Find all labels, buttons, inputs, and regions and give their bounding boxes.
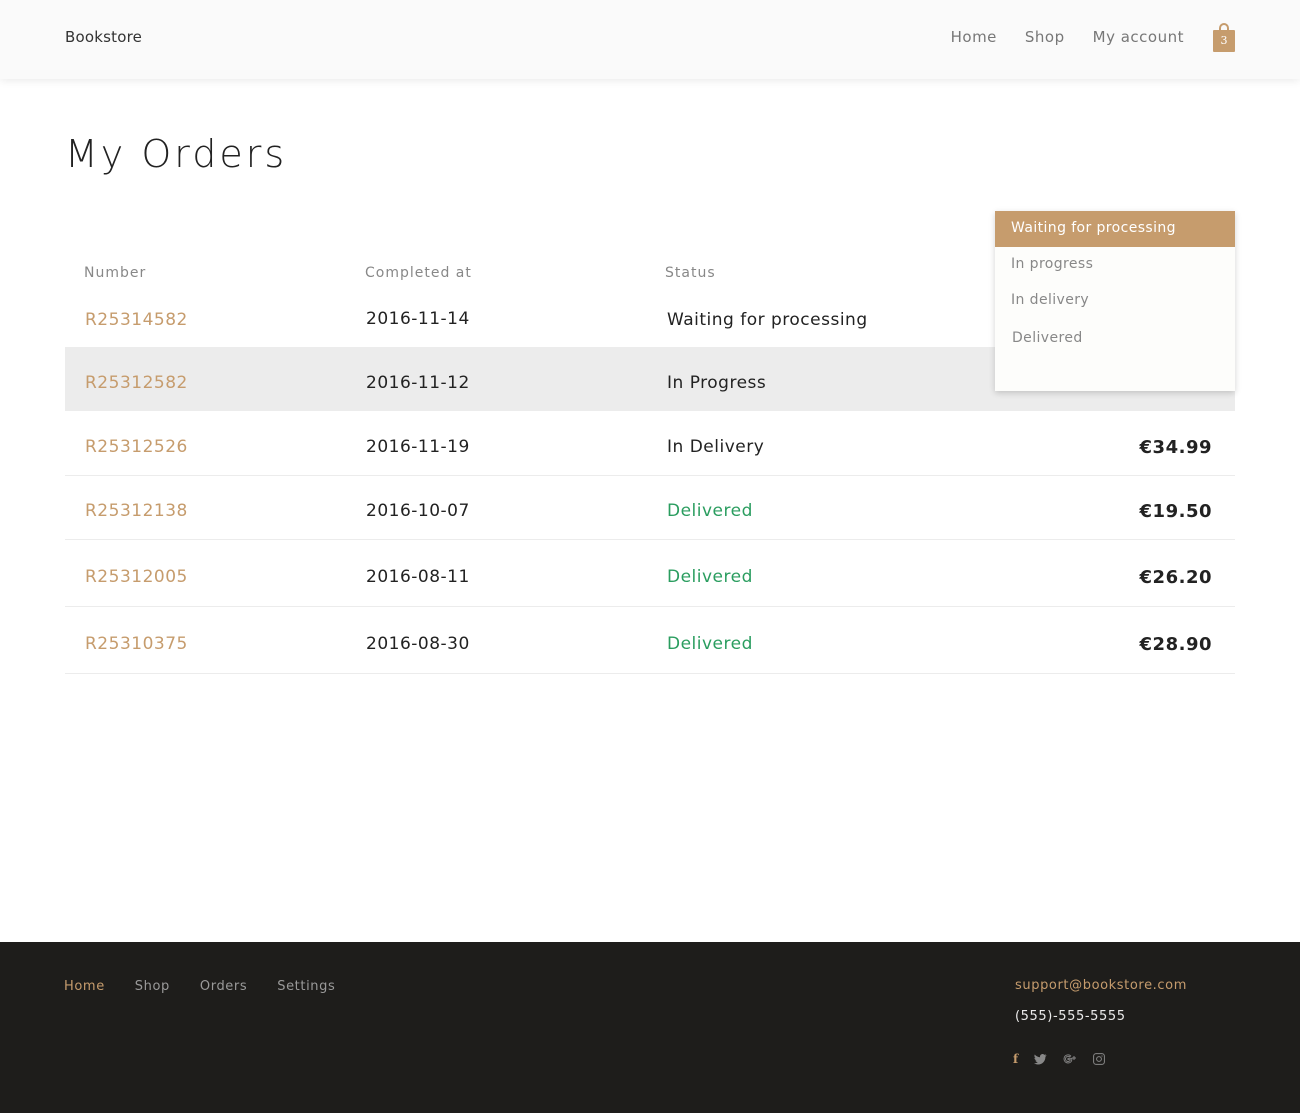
order-date: 2016-08-30 xyxy=(366,634,470,654)
order-date: 2016-11-19 xyxy=(366,437,470,457)
table-row[interactable]: R25310375 2016-08-30 Delivered €28.90 xyxy=(65,607,1235,674)
table-row[interactable]: R25312005 2016-08-11 Delivered €26.20 xyxy=(65,540,1235,607)
order-total: €28.90 xyxy=(1139,634,1212,655)
google-plus-icon[interactable] xyxy=(1063,1053,1077,1066)
order-date: 2016-08-11 xyxy=(366,567,470,587)
brand-logo[interactable]: Bookstore xyxy=(65,28,142,46)
column-header-completed-at: Completed at xyxy=(365,265,472,281)
order-status: Delivered xyxy=(667,501,753,521)
status-option-waiting[interactable]: Waiting for processing xyxy=(995,211,1235,247)
status-option-in-progress[interactable]: In progress xyxy=(995,247,1235,283)
cart-button[interactable]: 3 xyxy=(1213,23,1235,52)
order-number-link[interactable]: R25312005 xyxy=(85,567,188,587)
order-total: €19.50 xyxy=(1139,501,1212,522)
page-title: My Orders xyxy=(65,132,288,176)
nav-home-link[interactable]: Home xyxy=(951,28,997,46)
order-total: €26.20 xyxy=(1139,567,1212,588)
footer-home-link[interactable]: Home xyxy=(64,979,105,994)
main-nav: Home Shop My account xyxy=(951,28,1184,46)
order-number-link[interactable]: R25310375 xyxy=(85,634,188,654)
table-row[interactable]: R25312138 2016-10-07 Delivered €19.50 xyxy=(65,476,1235,540)
footer-shop-link[interactable]: Shop xyxy=(135,979,170,994)
footer-settings-link[interactable]: Settings xyxy=(277,979,335,994)
order-date: 2016-11-12 xyxy=(366,373,470,393)
order-number-link[interactable]: R25312138 xyxy=(85,501,188,521)
order-number-link[interactable]: R25312582 xyxy=(85,373,188,393)
footer-orders-link[interactable]: Orders xyxy=(200,979,247,994)
cart-count-badge: 3 xyxy=(1213,30,1235,52)
table-row[interactable]: R25312526 2016-11-19 In Delivery €34.99 xyxy=(65,411,1235,476)
support-phone: (555)-555-5555 xyxy=(1015,1009,1126,1024)
status-filter-dropdown[interactable]: Waiting for processing In progress In de… xyxy=(995,211,1235,391)
nav-shop-link[interactable]: Shop xyxy=(1025,28,1065,46)
order-date: 2016-10-07 xyxy=(366,501,470,521)
order-status: In Delivery xyxy=(667,437,765,457)
twitter-icon[interactable] xyxy=(1034,1053,1047,1065)
order-date: 2016-11-14 xyxy=(366,309,470,329)
site-header: Bookstore Home Shop My account 3 xyxy=(0,0,1300,79)
order-status: Delivered xyxy=(667,567,753,587)
order-status: Waiting for processing xyxy=(667,310,868,330)
nav-my-account-link[interactable]: My account xyxy=(1093,28,1184,46)
order-status: In Progress xyxy=(667,373,767,393)
order-number-link[interactable]: R25312526 xyxy=(85,437,188,457)
status-option-in-delivery[interactable]: In delivery xyxy=(995,283,1235,319)
order-status: Delivered xyxy=(667,634,753,654)
support-email-link[interactable]: support@bookstore.com xyxy=(1015,978,1187,993)
instagram-icon[interactable] xyxy=(1093,1053,1106,1065)
facebook-icon[interactable]: f xyxy=(1013,1052,1018,1066)
order-total: €34.99 xyxy=(1139,437,1212,458)
column-header-status[interactable]: Status xyxy=(665,265,716,281)
order-number-link[interactable]: R25314582 xyxy=(85,310,188,330)
status-option-delivered[interactable]: Delivered xyxy=(995,321,1235,357)
social-links: f xyxy=(1013,1052,1106,1066)
site-footer: Home Shop Orders Settings support@bookst… xyxy=(0,942,1300,1113)
footer-nav: Home Shop Orders Settings xyxy=(64,979,335,994)
column-header-number: Number xyxy=(84,265,147,281)
